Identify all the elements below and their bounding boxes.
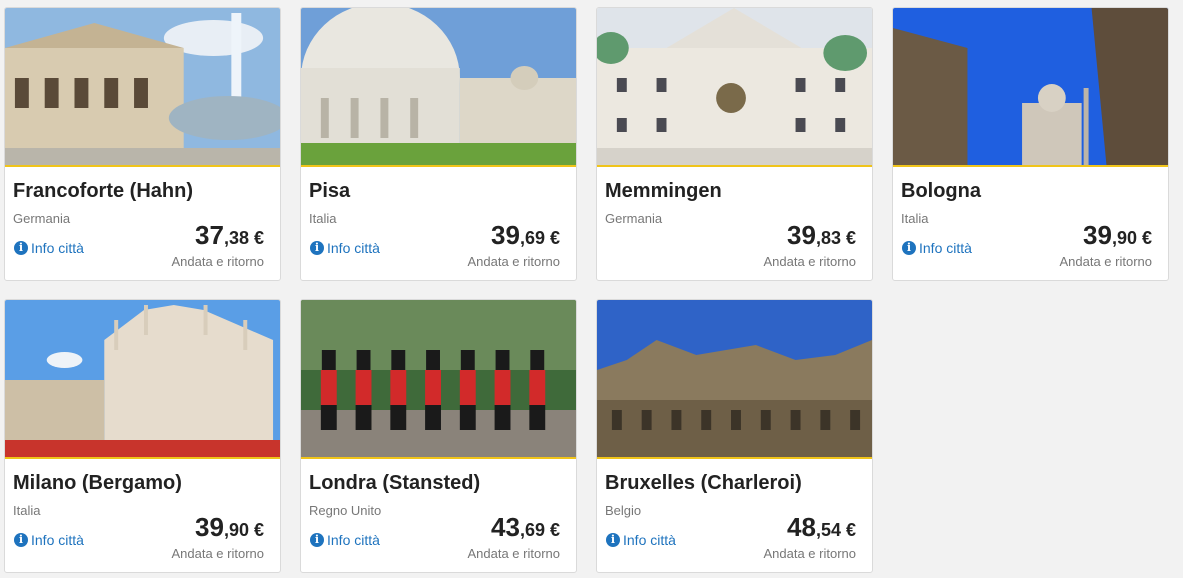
price-decimal: ,83 [815,228,841,248]
info-city-label: Info città [327,532,380,548]
city-name: Bologna [901,180,981,202]
destination-card[interactable]: Memmingen Germania 39,83 € Andata e rito… [596,7,873,281]
info-icon: i [310,533,324,547]
country-name: Germania [605,211,663,226]
price-decimal: ,54 [815,520,841,540]
info-city-label: Info città [919,240,972,256]
city-name: Londra (Stansted) [309,472,481,494]
price-currency: € [840,520,856,540]
info-city-link[interactable]: i Info città [14,240,84,256]
destination-card[interactable]: Milano (Bergamo) Italia i Info città 39,… [4,299,281,573]
price: 43,69 € [491,512,560,543]
price-currency: € [1136,228,1152,248]
price-currency: € [248,228,264,248]
destination-card[interactable]: Bruxelles (Charleroi) Belgio i Info citt… [596,299,873,573]
price-integer: 43 [491,512,520,542]
price-decimal: ,90 [1111,228,1137,248]
price: 39,83 € [787,220,856,251]
price-integer: 39 [491,220,520,250]
price-decimal: ,69 [519,520,545,540]
trip-type: Andata e ritorno [467,254,560,269]
destination-card[interactable]: Londra (Stansted) Regno Unito i Info cit… [300,299,577,573]
info-city-link[interactable]: i Info città [310,532,380,548]
destination-photo [5,300,280,459]
price-decimal: ,38 [223,228,249,248]
country-name: Italia [309,211,337,226]
price: 39,69 € [491,220,560,251]
info-city-link[interactable]: i Info città [14,532,84,548]
price-currency: € [248,520,264,540]
info-city-label: Info città [31,240,84,256]
info-icon: i [606,533,620,547]
price-currency: € [544,520,560,540]
city-name: Memmingen [605,180,722,202]
country-name: Regno Unito [309,503,382,518]
price-decimal: ,90 [223,520,249,540]
info-icon: i [14,241,28,255]
city-name: Francoforte (Hahn) [13,180,193,202]
price: 39,90 € [195,512,264,543]
destination-card[interactable]: Francoforte (Hahn) Germania i Info città… [4,7,281,281]
city-name: Milano (Bergamo) [13,472,182,494]
info-city-label: Info città [623,532,676,548]
price-integer: 48 [787,512,816,542]
price-currency: € [840,228,856,248]
city-name: Bruxelles (Charleroi) [605,472,802,494]
price-integer: 39 [195,512,224,542]
price: 48,54 € [787,512,856,543]
destination-card[interactable]: Pisa Italia i Info città 39,69 € Andata … [300,7,577,281]
trip-type: Andata e ritorno [467,546,560,561]
info-city-link[interactable]: i Info città [310,240,380,256]
info-city-link[interactable]: i Info città [902,240,972,256]
info-city-label: Info città [327,240,380,256]
price-integer: 37 [195,220,224,250]
destination-photo [301,8,576,167]
price-decimal: ,69 [519,228,545,248]
country-name: Belgio [605,503,642,518]
destination-card[interactable]: Bologna Italia i Info città 39,90 € Anda… [892,7,1169,281]
destination-photo [597,300,872,459]
country-name: Italia [901,211,929,226]
info-icon: i [14,533,28,547]
price-integer: 39 [1083,220,1112,250]
info-city-label: Info città [31,532,84,548]
info-city-link[interactable]: i Info città [606,532,676,548]
destination-photo [301,300,576,459]
city-name: Pisa [309,180,351,202]
info-icon: i [310,241,324,255]
price: 37,38 € [195,220,264,251]
price-integer: 39 [787,220,816,250]
info-icon: i [902,241,916,255]
destination-photo [893,8,1168,167]
destination-photo [597,8,872,167]
trip-type: Andata e ritorno [171,254,264,269]
country-name: Germania [13,211,71,226]
country-name: Italia [13,503,41,518]
trip-type: Andata e ritorno [1059,254,1152,269]
trip-type: Andata e ritorno [763,546,856,561]
price: 39,90 € [1083,220,1152,251]
destination-photo [5,8,280,167]
trip-type: Andata e ritorno [171,546,264,561]
trip-type: Andata e ritorno [763,254,856,269]
price-currency: € [544,228,560,248]
